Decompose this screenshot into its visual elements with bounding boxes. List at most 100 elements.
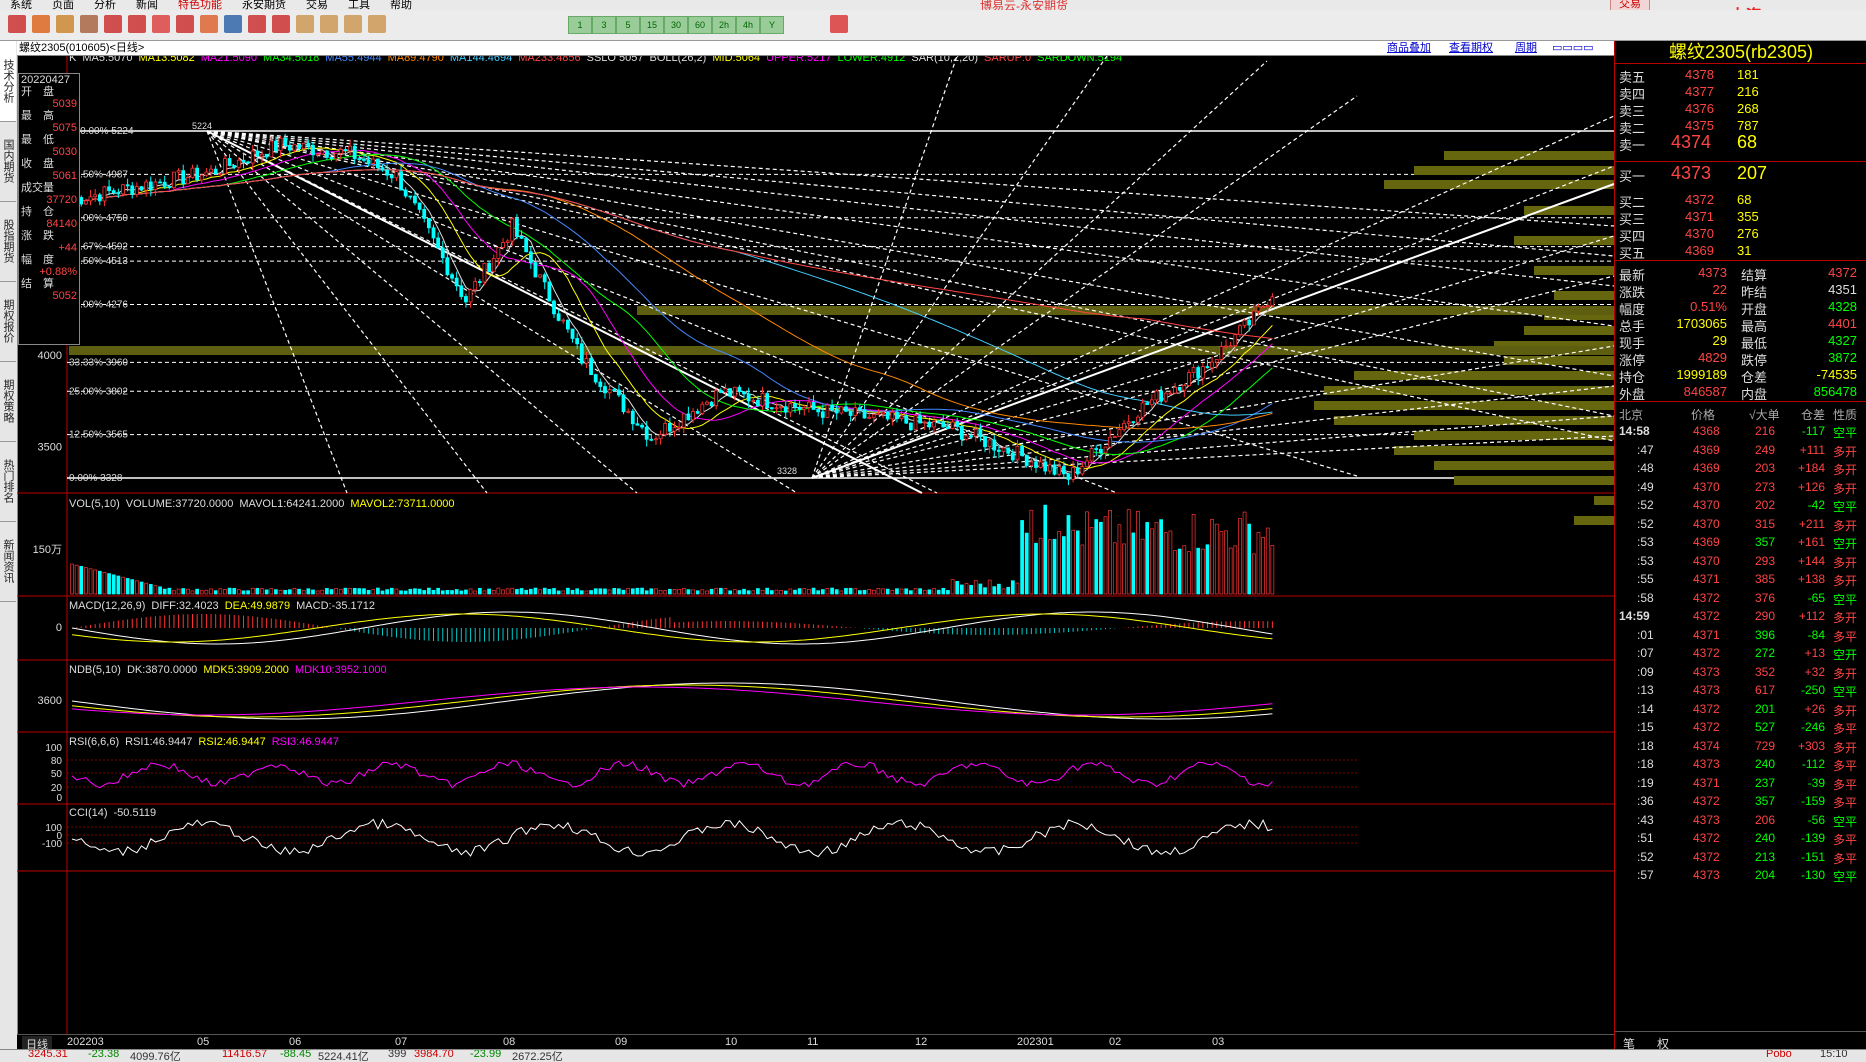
candle bbox=[1122, 422, 1126, 430]
period-button-4h[interactable]: 4h bbox=[736, 16, 760, 34]
toolbar-icon-7[interactable] bbox=[176, 15, 194, 33]
volume-bar bbox=[148, 584, 153, 595]
toolbar-icon-4[interactable] bbox=[104, 15, 122, 33]
bid-row[interactable]: 买五 4369 31 bbox=[1615, 241, 1866, 261]
candle bbox=[654, 438, 658, 441]
period-button-Y[interactable]: Y bbox=[760, 16, 784, 34]
menu-item-1[interactable]: 页面 bbox=[52, 0, 74, 10]
left-tab-6[interactable]: 新闻资讯 bbox=[0, 521, 16, 602]
left-tab-4[interactable]: 期权策略 bbox=[0, 361, 16, 442]
link-overlay[interactable]: 商品叠加 bbox=[1387, 41, 1431, 55]
tick-nature: 多开 bbox=[1833, 481, 1858, 496]
toolbar-icon-15[interactable] bbox=[368, 15, 386, 33]
candle bbox=[746, 393, 751, 402]
candle bbox=[1265, 305, 1270, 308]
left-tab-2[interactable]: 股指期货 bbox=[0, 201, 16, 282]
volume-profile-bar bbox=[1594, 496, 1614, 505]
time-axis: 日线 202203 05 06 07 08 09 10 11 12 202301 02 03 bbox=[17, 1034, 1614, 1052]
left-tab-3[interactable]: 期权报价 bbox=[0, 281, 16, 362]
link-options[interactable]: 查看期权 bbox=[1449, 41, 1493, 55]
period-button-5[interactable]: 5 bbox=[616, 16, 640, 34]
rsi-label: RSI(6,6,6) bbox=[69, 736, 119, 748]
period-button-60[interactable]: 60 bbox=[688, 16, 712, 34]
candle bbox=[213, 168, 218, 175]
volume-bar bbox=[575, 588, 580, 595]
ma-line-MA144 bbox=[71, 169, 1273, 416]
ask-price: 4375 bbox=[1685, 118, 1714, 133]
volume-bar bbox=[195, 588, 199, 595]
tick-time: :15 bbox=[1637, 720, 1654, 734]
toolbar-icon-12[interactable] bbox=[296, 15, 314, 33]
menu-item-4[interactable]: 特色功能 bbox=[178, 0, 222, 10]
volume-bar bbox=[881, 588, 885, 595]
ask-row[interactable]: 卖一 4374 68 bbox=[1615, 132, 1866, 153]
ma-line-MA55 bbox=[71, 162, 1273, 443]
candle bbox=[788, 403, 793, 413]
volume-bar bbox=[1136, 510, 1140, 595]
peak-label: 5224 bbox=[192, 121, 212, 131]
tick-time: :48 bbox=[1637, 461, 1654, 475]
toolbar-icon-3[interactable] bbox=[80, 15, 98, 33]
link-period[interactable]: 周期 bbox=[1515, 41, 1537, 55]
candle bbox=[1210, 361, 1215, 369]
bid-row[interactable]: 买一 4373 207 bbox=[1615, 163, 1866, 184]
menu-item-6[interactable]: 交易 bbox=[306, 0, 328, 10]
settings-icon[interactable] bbox=[830, 15, 848, 33]
left-tab-5[interactable]: 热门排名 bbox=[0, 441, 16, 522]
quote-title: 螺纹2305(rb2305) bbox=[1615, 41, 1866, 64]
tick-volume: 240 bbox=[1755, 831, 1776, 845]
tick-nature: 空平 bbox=[1833, 870, 1858, 884]
volume-bar bbox=[899, 588, 904, 595]
left-tab-0[interactable]: 技术分析 bbox=[0, 41, 16, 122]
toolbar-icon-10[interactable] bbox=[248, 15, 266, 33]
tick-time: :58 bbox=[1637, 590, 1654, 605]
tick-price: 4369 bbox=[1693, 442, 1720, 457]
month-label: 10 bbox=[725, 1036, 738, 1048]
toolbar-icon-1[interactable] bbox=[32, 15, 50, 33]
menu-item-0[interactable]: 系统 bbox=[10, 0, 32, 10]
toolbar-icon-13[interactable] bbox=[320, 15, 338, 33]
period-button-2h[interactable]: 2h bbox=[712, 16, 736, 34]
toolbar-icon-5[interactable] bbox=[128, 15, 146, 33]
toolbar-icon-8[interactable] bbox=[200, 15, 218, 33]
menu-item-5[interactable]: 永安期货 bbox=[242, 0, 286, 10]
rsi-header: RSI(6,6,6) RSI1:46.9447 RSI2:46.9447 RSI3:4… bbox=[69, 736, 339, 748]
left-tab-1[interactable]: 国内期货 bbox=[0, 121, 16, 202]
toolbar-icon-0[interactable] bbox=[8, 15, 26, 33]
status-item: -88.45 bbox=[280, 1049, 312, 1060]
price-tick: 4000 bbox=[38, 350, 62, 362]
volume-bar bbox=[1071, 529, 1075, 595]
menu-item-7[interactable]: 工具 bbox=[348, 0, 370, 10]
volume-bar bbox=[255, 588, 260, 595]
menu-item-3[interactable]: 新闻 bbox=[136, 0, 158, 10]
candle bbox=[677, 426, 682, 429]
candle bbox=[774, 407, 779, 410]
month-label: 02 bbox=[1109, 1036, 1122, 1048]
tick-row: :07 4372 272 +13 空开 bbox=[1615, 643, 1866, 663]
menu-item-8[interactable]: 帮助 bbox=[390, 0, 412, 10]
stat-row: 外盘 846587 内盘 856478 bbox=[1615, 382, 1866, 402]
toolbar-icon-14[interactable] bbox=[344, 15, 362, 33]
candle bbox=[524, 237, 529, 253]
tick-nature: 多平 bbox=[1833, 759, 1858, 773]
volume-bar bbox=[84, 567, 88, 595]
toolbar-icon-9[interactable] bbox=[224, 15, 242, 33]
volume-bar bbox=[111, 574, 116, 595]
kline-chart[interactable]: K MA5:5070 MA13:5082 MA21:5090 MA34:5018 MA55… bbox=[17, 56, 1614, 1034]
tick-time: :18 bbox=[1637, 738, 1654, 753]
tick-oi-change: -130 bbox=[1800, 868, 1825, 882]
period-button-15[interactable]: 15 bbox=[640, 16, 664, 34]
period-button-30[interactable]: 30 bbox=[664, 16, 688, 34]
toolbar-icon-11[interactable] bbox=[272, 15, 290, 33]
period-button-3[interactable]: 3 bbox=[592, 16, 616, 34]
volume-bar bbox=[700, 589, 705, 595]
window-controls[interactable]: ▭▭▭▭ bbox=[1552, 41, 1594, 55]
candle bbox=[79, 197, 84, 205]
volume-bar bbox=[1010, 580, 1015, 595]
tick-nature: 多平 bbox=[1833, 851, 1858, 866]
toolbar-icon-6[interactable] bbox=[152, 15, 170, 33]
toolbar-icon-2[interactable] bbox=[56, 15, 74, 33]
menu-item-2[interactable]: 分析 bbox=[94, 0, 116, 10]
period-button-1[interactable]: 1 bbox=[568, 16, 592, 34]
candle bbox=[556, 313, 561, 321]
